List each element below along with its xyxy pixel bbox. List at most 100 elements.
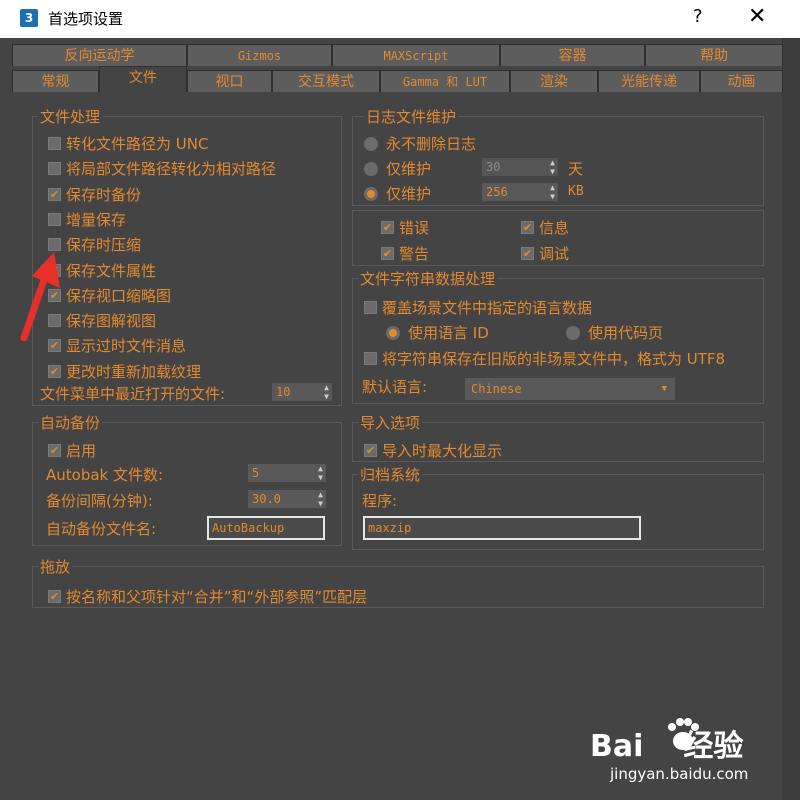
tab-viewports[interactable]: 视口 (187, 70, 272, 92)
keep-days-unit: 天 (568, 160, 584, 178)
keep-days-option[interactable]: 仅维护 (364, 158, 431, 179)
autobackup-count-label: Autobak 文件数: (46, 466, 164, 484)
help-button[interactable]: ? (693, 6, 703, 27)
tab-rendering[interactable]: 渲染 (510, 70, 598, 92)
checkbox[interactable] (521, 221, 534, 234)
annotation-arrow-icon (20, 252, 60, 342)
dropdown-arrow-icon: ▼ (661, 384, 667, 394)
tab-gamma-lut[interactable]: Gamma 和 LUT (380, 70, 510, 92)
log-warning-label: 警告 (399, 245, 430, 263)
close-button[interactable]: ✕ (748, 4, 766, 29)
import-options-label: 导入选项 (358, 412, 423, 433)
log-warning-checkbox[interactable]: 警告 (381, 243, 429, 264)
file-option-checkbox[interactable]: 更改时重新加载纹理 (48, 361, 201, 382)
autobackup-interval-spinner[interactable]: 30.0 ▲ ▼ (248, 490, 326, 508)
import-maximize-label: 导入时最大化显示 (382, 442, 503, 460)
tab-interaction-mode[interactable]: 交互模式 (272, 70, 380, 92)
archive-program-label: 程序: (362, 492, 398, 510)
checkbox[interactable] (48, 238, 61, 252)
radio-button[interactable] (364, 186, 378, 201)
log-info-checkbox[interactable]: 信息 (521, 217, 569, 238)
save-utf8-checkbox[interactable]: 将字符串保存在旧版的非场景文件中，格式为 UTF8 (364, 348, 725, 369)
file-option-checkbox[interactable]: 显示过时文件消息 (48, 335, 186, 356)
log-error-label: 错误 (399, 219, 430, 237)
file-option-label: 更改时重新加载纹理 (66, 362, 202, 381)
override-lang-checkbox[interactable]: 覆盖场景文件中指定的语言数据 (364, 297, 592, 318)
tab-animation[interactable]: 动画 (700, 70, 783, 92)
keep-days-label: 仅维护 (386, 160, 432, 178)
checkbox[interactable] (48, 590, 61, 603)
window-title: 首选项设置 (48, 10, 124, 28)
checkbox[interactable] (364, 352, 377, 365)
archive-label: 归档系统 (358, 464, 423, 485)
keep-size-spinner[interactable]: 256 ▲ ▼ (482, 183, 558, 201)
tab-maxscript[interactable]: MAXScript (332, 44, 500, 66)
radio-button[interactable] (364, 136, 378, 151)
log-debug-label: 调试 (539, 245, 570, 263)
checkbox[interactable] (364, 444, 377, 457)
autobackup-label: 自动备份 (38, 412, 103, 433)
log-debug-checkbox[interactable]: 调试 (521, 243, 569, 264)
log-error-checkbox[interactable]: 错误 (381, 217, 429, 238)
string-data-label: 文件字符串数据处理 (358, 268, 498, 289)
radio-button[interactable] (386, 325, 400, 340)
file-option-label: 保存文件属性 (66, 261, 157, 280)
file-option-label: 转化文件路径为 UNC (66, 135, 209, 153)
checkbox[interactable] (48, 162, 61, 176)
checkbox[interactable] (48, 187, 61, 201)
radio-button[interactable] (566, 325, 580, 340)
spinner-arrows-icon: ▲ ▼ (324, 383, 329, 401)
keep-days-spinner[interactable]: 30 ▲ ▼ (482, 158, 558, 176)
autobackup-enable-checkbox[interactable]: 启用 (48, 440, 96, 461)
dragdrop-match-checkbox[interactable]: 按名称和父项针对“合并”和“外部参照”匹配层 (48, 586, 367, 607)
file-option-label: 保存时备份 (66, 185, 142, 204)
tab-general[interactable]: 常规 (12, 70, 99, 92)
checkbox[interactable] (364, 301, 377, 314)
tab-help[interactable]: 帮助 (645, 44, 783, 66)
file-option-label: 保存视口缩略图 (66, 286, 172, 305)
watermark-brand: Bai (590, 729, 644, 764)
keep-size-option[interactable]: 仅维护 (364, 183, 431, 204)
file-option-checkbox[interactable]: 将局部文件路径转化为相对路径 (48, 158, 276, 179)
checkbox[interactable] (48, 364, 61, 378)
default-lang-select[interactable]: Chinese ▼ (465, 378, 675, 400)
checkbox[interactable] (521, 247, 534, 260)
checkbox[interactable] (48, 444, 61, 457)
autobackup-name-label: 自动备份文件名: (46, 520, 157, 538)
checkbox[interactable] (48, 137, 61, 150)
import-maximize-checkbox[interactable]: 导入时最大化显示 (364, 440, 502, 461)
tab-radiosity[interactable]: 光能传递 (598, 70, 700, 92)
use-codepage-option[interactable]: 使用代码页 (566, 322, 663, 343)
use-lang-id-option[interactable]: 使用语言 ID (386, 322, 489, 343)
tab-ik[interactable]: 反向运动学 (12, 44, 187, 66)
checkbox[interactable] (381, 247, 394, 260)
file-option-checkbox[interactable]: 转化文件路径为 UNC (48, 133, 208, 154)
tab-files[interactable]: 文件 (99, 66, 187, 92)
recent-files-label: 文件菜单中最近打开的文件: (40, 385, 226, 403)
tab-gizmos[interactable]: Gizmos (187, 44, 332, 66)
default-lang-value: Chinese (471, 382, 522, 396)
checkbox[interactable] (381, 221, 394, 234)
tab-containers[interactable]: 容器 (500, 44, 645, 66)
autobackup-name-input[interactable]: AutoBackup (207, 516, 325, 540)
autobackup-count-spinner[interactable]: 5 ▲ ▼ (248, 464, 326, 482)
background-viewport (782, 38, 800, 800)
recent-files-spinner[interactable]: 10 ▲ ▼ (272, 383, 332, 401)
file-option-label: 将局部文件路径转化为相对路径 (66, 160, 277, 179)
file-option-label: 增量保存 (66, 210, 127, 229)
title-bar: 3 首选项设置 ? ✕ (0, 0, 800, 38)
file-handling-label: 文件处理 (38, 106, 103, 127)
spinner-arrows-icon: ▲ ▼ (550, 158, 555, 176)
recent-files-value: 10 (276, 385, 291, 399)
file-option-checkbox[interactable]: 保存时备份 (48, 184, 141, 205)
file-option-checkbox[interactable]: 增量保存 (48, 209, 126, 230)
keep-size-label: 仅维护 (386, 185, 432, 203)
checkbox[interactable] (48, 212, 61, 226)
log-info-label: 信息 (539, 219, 570, 237)
archive-program-input[interactable]: maxzip (363, 516, 641, 540)
file-option-label: 保存图解视图 (66, 312, 157, 331)
never-delete-option[interactable]: 永不删除日志 (364, 133, 476, 154)
radio-button[interactable] (364, 161, 378, 176)
file-option-label: 显示过时文件消息 (66, 337, 187, 356)
dragdrop-match-label: 按名称和父项针对“合并”和“外部参照”匹配层 (66, 588, 368, 606)
